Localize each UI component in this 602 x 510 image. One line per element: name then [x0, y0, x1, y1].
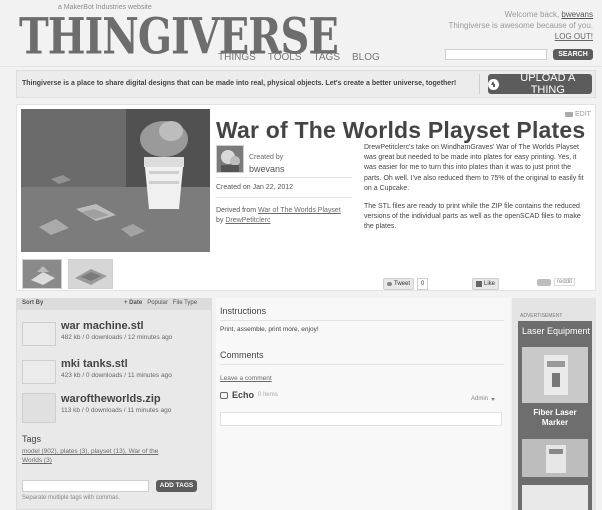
banner-text: Thingiverse is a place to share digital … [22, 80, 457, 87]
thing-main-image[interactable] [21, 109, 210, 252]
like-label: Like [484, 281, 496, 287]
ad-label: ADVERTISEMENT [520, 313, 563, 319]
nav-blog[interactable]: BLOG [352, 52, 380, 63]
file-thumbnail [22, 360, 56, 384]
sort-date[interactable]: + Date [124, 300, 142, 306]
thumbnail-image [31, 266, 55, 285]
search-input[interactable] [445, 49, 547, 60]
edit-button[interactable]: EDIT [565, 111, 591, 118]
awesome-text: Thingiverse is awesome because of you. [448, 21, 593, 30]
tags-hint: Separate multiple tags with commas. [22, 495, 121, 501]
thing-thumbnail-1[interactable] [22, 259, 62, 289]
upload-icon [488, 78, 499, 90]
tags-heading: Tags [22, 434, 42, 444]
derived-from-link[interactable]: War of The Worlds Playset [258, 207, 341, 214]
meta-divider [216, 197, 352, 198]
thing-description: DrewPetitclerc's take on WindhamGraves' … [364, 143, 586, 233]
admin-menu[interactable]: Admin [471, 396, 496, 402]
comment-box[interactable] [220, 412, 502, 426]
share-widget: reddit [537, 278, 576, 286]
banner-divider [479, 74, 480, 94]
tweet-label: Tweet [394, 281, 411, 287]
derived-author-link[interactable]: DrewPetitclerc [225, 217, 270, 224]
nav-tags[interactable]: TAGS [314, 52, 340, 63]
ad-title: Laser Equipment [522, 326, 591, 336]
ad-product-image [522, 347, 588, 403]
instructions-heading: Instructions [220, 306, 267, 316]
avatar-image [217, 146, 243, 172]
logout-link[interactable]: LOG OUT! [555, 32, 593, 41]
upload-label: UPLOAD A THING [520, 72, 576, 96]
description-paragraph-1: DrewPetitclerc's take on WindhamGraves' … [364, 144, 584, 192]
comments-heading: Comments [220, 350, 264, 360]
file-meta: 482 kb / 0 downloads / 12 minutes ago [61, 334, 173, 341]
meta-divider [216, 177, 352, 178]
like-button[interactable]: Like [472, 278, 500, 290]
file-item-waroftheworlds-zip[interactable]: waroftheworlds.zip 113 kb / 0 downloads … [22, 393, 171, 423]
welcome-text: Welcome back, [504, 10, 560, 19]
creator-name: bwevans [249, 164, 285, 174]
sort-by-label: Sort By [22, 300, 44, 306]
sort-popular[interactable]: Popular [147, 300, 168, 306]
instructions-text: Print, assemble, print more, enjoy! [220, 326, 319, 333]
file-name: war machine.stl [61, 320, 144, 332]
ad-product-image-2 [522, 439, 588, 477]
username-link[interactable]: bwevans [561, 10, 593, 19]
main-nav: THINGS TOOLS TAGS BLOG [218, 52, 380, 63]
file-item-mki-tanks[interactable]: mki tanks.stl 423 kb / 0 downloads / 11 … [22, 358, 172, 384]
tags-input[interactable] [22, 480, 149, 492]
thing-photo [21, 109, 210, 252]
section-divider [220, 364, 504, 365]
twitter-icon [387, 282, 392, 286]
reddit-link[interactable]: reddit [554, 278, 576, 286]
chevron-down-icon [491, 397, 496, 401]
file-thumbnail [22, 393, 56, 423]
tweet-button[interactable]: Tweet [383, 278, 415, 290]
tag-links-line-2[interactable]: Worlds (3) [22, 457, 52, 464]
derived-from: Derived from War of The Worlds Playset b… [216, 206, 356, 226]
share-icon[interactable] [537, 278, 551, 286]
thing-thumbnail-2[interactable] [68, 259, 113, 289]
tag-links-line-1[interactable]: model (902), plates (3), playset (13), W… [22, 448, 158, 455]
echo-header: Echo 0 Items [220, 390, 278, 400]
derived-by-label: by [216, 217, 224, 224]
upload-button[interactable]: UPLOAD A THING [488, 72, 592, 96]
file-thumbnail [22, 322, 56, 346]
created-on: Created on Jan 22, 2012 [216, 184, 294, 191]
file-meta: 113 kb / 0 downloads / 11 minutes ago [61, 407, 172, 414]
header-divider [0, 66, 602, 67]
leave-comment-link[interactable]: Leave a comment [220, 375, 272, 382]
created-by-label: Created by [249, 154, 284, 161]
ad-product-image-3 [522, 485, 588, 510]
edit-icon [565, 112, 573, 117]
section-divider [220, 320, 504, 321]
description-paragraph-2: The STL files are ready to print while t… [364, 203, 581, 231]
user-panel: Welcome back, bwevans Thingiverse is awe… [448, 9, 593, 42]
sort-options: + Date Popular File Type [124, 300, 197, 306]
file-item-war-machine[interactable]: war machine.stl 482 kb / 0 downloads / 1… [22, 320, 173, 346]
echo-item-count: 0 Items [258, 392, 278, 398]
ad-product-name: Fiber Laser Marker [533, 408, 577, 427]
admin-label: Admin [471, 396, 489, 402]
file-name: waroftheworlds.zip [61, 393, 161, 405]
thumbnail-image [75, 269, 107, 285]
edit-label: EDIT [575, 111, 591, 118]
facebook-icon [476, 281, 482, 287]
tweet-widget: Tweet 0 [383, 278, 429, 290]
echo-label: Echo [232, 390, 255, 400]
file-name: mki tanks.stl [61, 358, 128, 370]
file-meta: 423 kb / 0 downloads / 11 minutes ago [61, 372, 172, 379]
thing-title: War of The Worlds Playset Plates [216, 117, 586, 143]
ad-banner[interactable]: Laser Equipment Fiber Laser Marker [518, 321, 592, 510]
tweet-count: 0 [417, 278, 429, 290]
avatar[interactable] [216, 145, 244, 173]
search-button[interactable]: SEARCH [553, 49, 593, 60]
nav-things[interactable]: THINGS [218, 52, 256, 63]
tag-list: model (902), plates (3), playset (13), W… [22, 447, 202, 465]
echo-icon [220, 391, 228, 399]
nav-tools[interactable]: TOOLS [268, 52, 302, 63]
derived-from-label: Derived from [216, 207, 257, 214]
add-tags-button[interactable]: ADD TAGS [156, 480, 197, 492]
sort-file-type[interactable]: File Type [173, 300, 197, 306]
